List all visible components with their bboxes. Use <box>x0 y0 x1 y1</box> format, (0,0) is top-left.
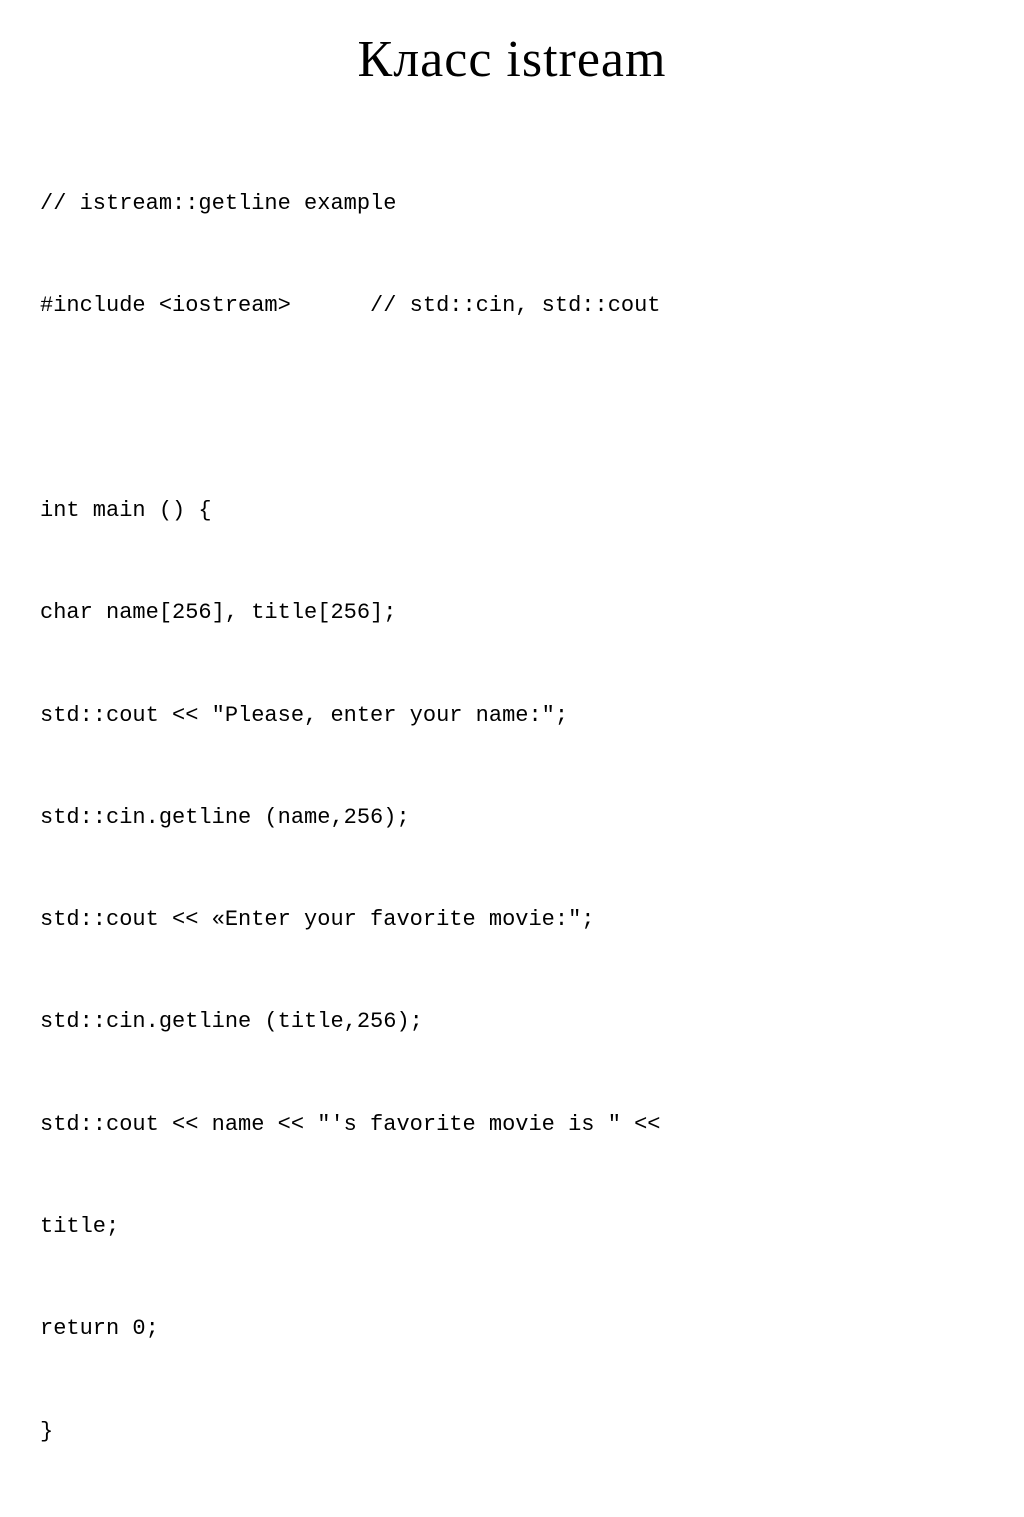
code-empty-1 <box>40 392 984 426</box>
code-line-6: std::cin.getline (name,256); <box>40 801 984 835</box>
code-line-5: std::cout << "Please, enter your name:"; <box>40 699 984 733</box>
code-block: // istream::getline example #include <io… <box>40 119 984 1517</box>
code-line-1: // istream::getline example <box>40 187 984 221</box>
code-line-8: std::cin.getline (title,256); <box>40 1005 984 1039</box>
code-line-7: std::cout << «Enter your favorite movie:… <box>40 903 984 937</box>
code-line-12: } <box>40 1415 984 1449</box>
code-line-4: char name[256], title[256]; <box>40 596 984 630</box>
slide-title: Класс istream <box>40 30 984 89</box>
code-line-2: #include <iostream> // std::cin, std::co… <box>40 289 984 323</box>
slide-container: Класс istream // istream::getline exampl… <box>0 0 1024 768</box>
code-line-3: int main () { <box>40 494 984 528</box>
code-line-11: return 0; <box>40 1312 984 1346</box>
code-line-9: std::cout << name << "'s favorite movie … <box>40 1108 984 1142</box>
code-line-10: title; <box>40 1210 984 1244</box>
